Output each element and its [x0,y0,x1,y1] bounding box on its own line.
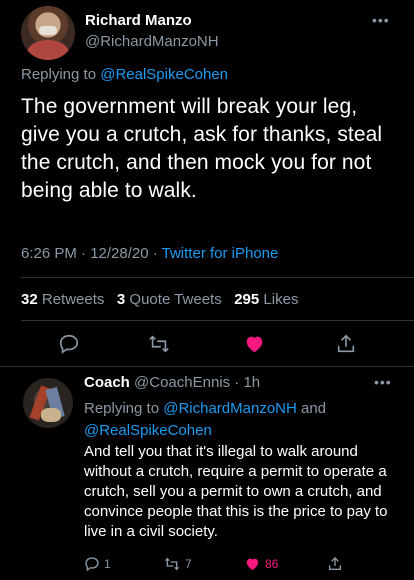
reply-author-avatar[interactable] [23,378,73,428]
retweet-icon[interactable] [146,331,172,357]
reply-action-retweet[interactable]: 7 [163,553,192,575]
divider [21,277,414,278]
replying-prefix: Replying to [21,66,101,83]
author-handle[interactable]: @RichardManzoNH [85,33,219,50]
reply-action-like[interactable]: 86 [244,553,278,575]
share-icon[interactable] [327,556,343,572]
retweets-label[interactable]: Retweets [42,291,105,308]
reply-author-line: Coach @CoachEnnis · 1h [84,374,260,391]
avatar-shape [41,408,61,422]
quotes-label[interactable]: Quote Tweets [129,291,221,308]
reply-action-reply[interactable]: 1 [84,553,111,575]
avatar-mask [39,26,57,35]
tweet-stats: 32 Retweets 3 Quote Tweets 295 Likes [21,291,298,308]
tweet-text: The government will break your leg, give… [21,95,383,202]
more-icon[interactable]: ••• [372,12,390,28]
reply-handle-link-2[interactable]: @RealSpikeCohen [84,422,212,439]
reply-author-handle-time[interactable]: @CoachEnnis · 1h [134,374,260,391]
tweet-meta: 6:26 PM · 12/28/20 · Twitter for iPhone [21,245,278,262]
reply-replies-count: 1 [104,557,111,571]
reply-handle-link-1[interactable]: @RichardManzoNH [163,400,297,417]
author-avatar[interactable] [21,6,75,60]
tweet-source-link[interactable]: Twitter for iPhone [162,245,279,262]
more-icon[interactable]: ••• [374,374,392,390]
divider [21,320,414,321]
reply-retweets-count: 7 [185,557,192,571]
retweets-count[interactable]: 32 [21,291,38,308]
reply-icon[interactable] [56,331,82,357]
likes-label[interactable]: Likes [263,291,298,308]
retweet-icon[interactable] [163,556,181,572]
quotes-count[interactable]: 3 [117,291,125,308]
reply-replying-to: Replying to @RichardManzoNH and @RealSpi… [84,398,384,442]
reply-action-share[interactable] [327,553,343,575]
like-heart-icon[interactable] [241,331,267,357]
author-name[interactable]: Richard Manzo [85,12,192,29]
likes-count[interactable]: 295 [234,291,259,308]
replying-to: Replying to @RealSpikeCohen [21,66,228,83]
avatar-shirt [27,40,69,60]
reply-icon[interactable] [84,556,100,572]
share-icon[interactable] [333,331,359,357]
tweet-timestamp[interactable]: 6:26 PM · 12/28/20 · [21,245,162,262]
replying-handle-link[interactable]: @RealSpikeCohen [100,66,228,83]
like-heart-icon[interactable] [244,556,261,572]
reply-replying-prefix: Replying to [84,400,164,417]
divider [0,366,414,367]
reply-replying-and: and [296,400,327,417]
reply-likes-count: 86 [265,557,279,571]
reply-tweet-text: And tell you that it's illegal to walk a… [84,443,388,540]
reply-author-name[interactable]: Coach [84,374,130,391]
